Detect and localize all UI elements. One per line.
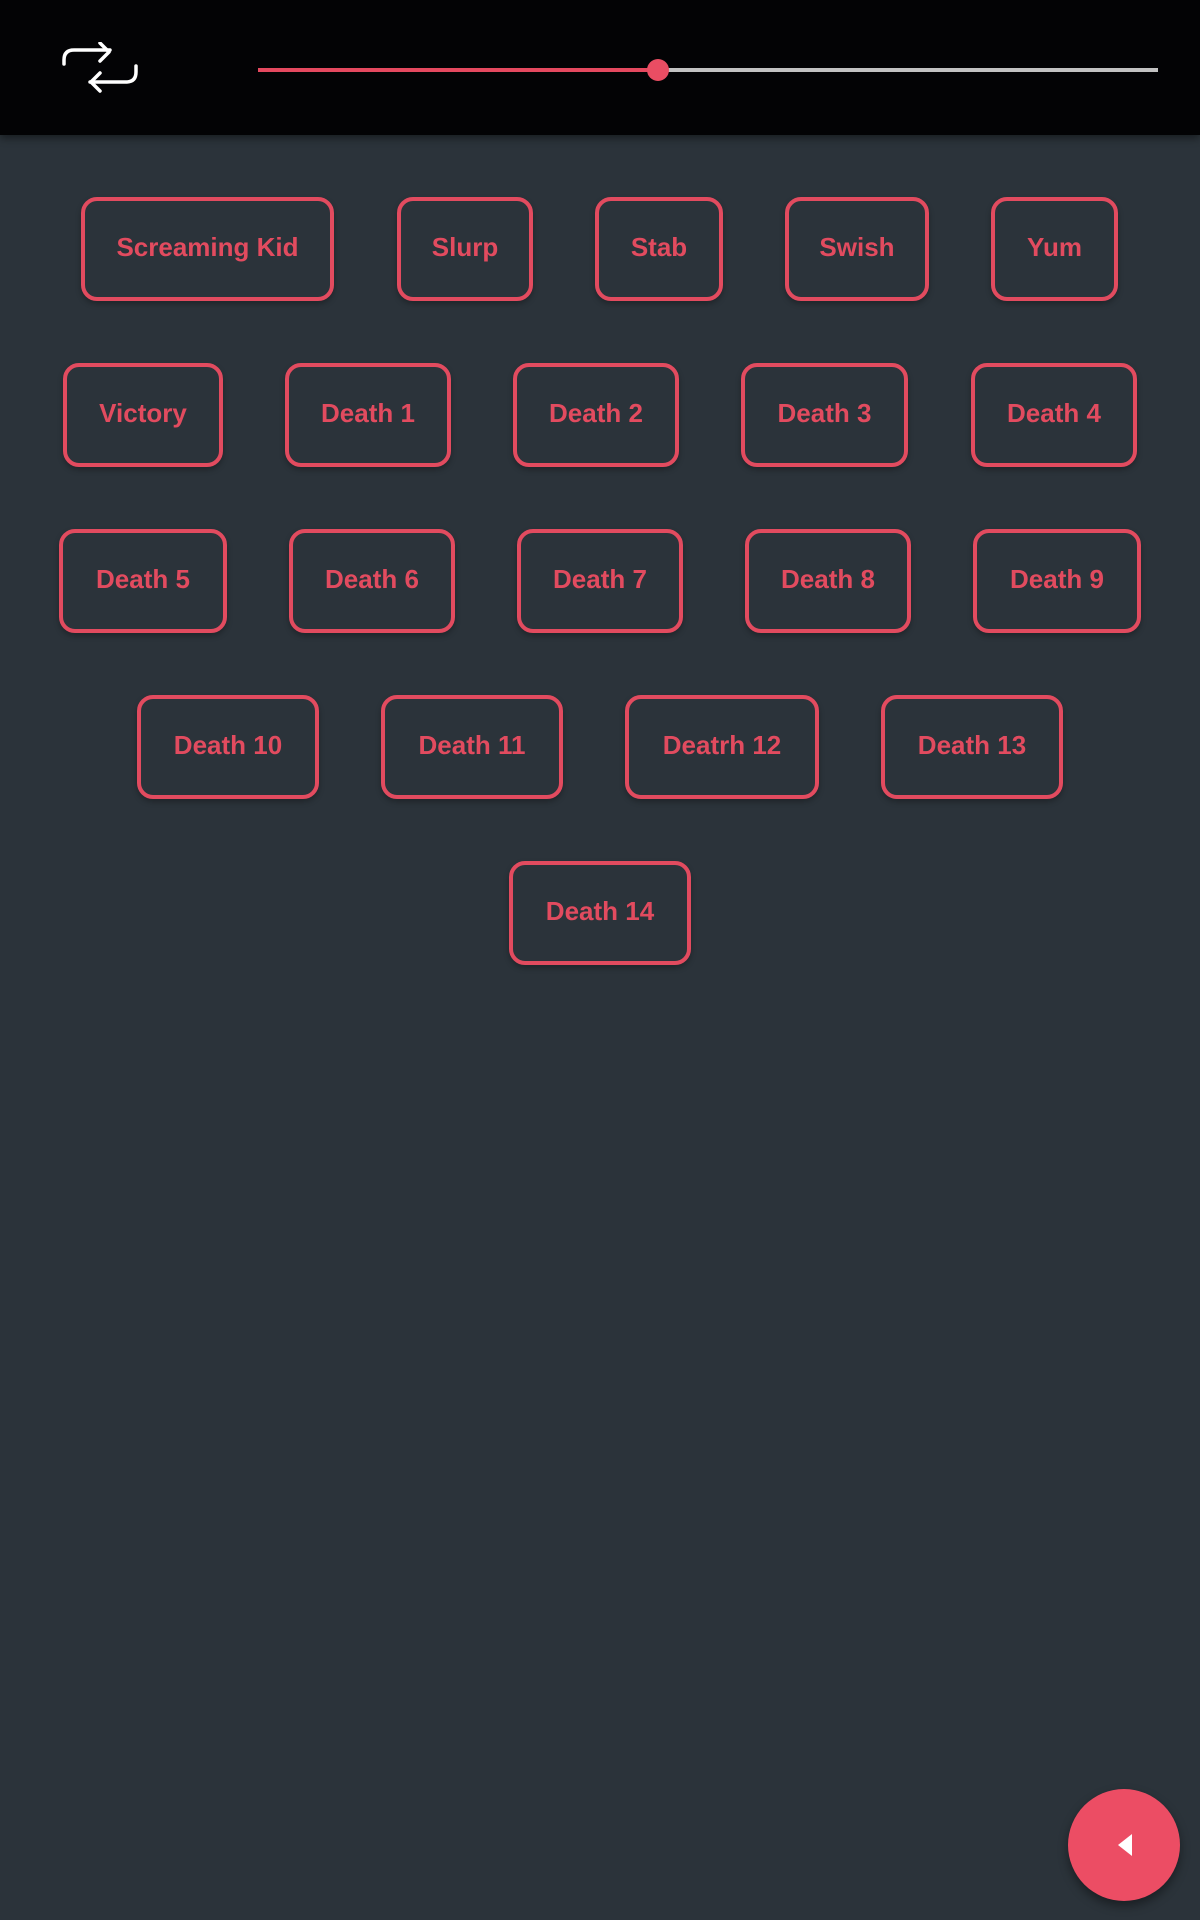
- sound-button-death-6[interactable]: Death 6: [289, 529, 455, 633]
- sound-button-death-9[interactable]: Death 9: [973, 529, 1141, 633]
- sound-button-death-13[interactable]: Death 13: [881, 695, 1063, 799]
- sound-row: Victory Death 1 Death 2 Death 3 Death 4: [0, 363, 1200, 467]
- sound-row: Death 10 Death 11 Deatrh 12 Death 13: [0, 695, 1200, 799]
- repeat-button[interactable]: [52, 34, 148, 106]
- sound-button-death-3[interactable]: Death 3: [741, 363, 908, 467]
- volume-slider[interactable]: [258, 50, 1158, 90]
- sound-button-death-14[interactable]: Death 14: [509, 861, 691, 965]
- sound-button-screaming-kid[interactable]: Screaming Kid: [81, 197, 334, 301]
- sound-button-swish[interactable]: Swish: [785, 197, 929, 301]
- back-fab-button[interactable]: [1068, 1789, 1180, 1901]
- sound-button-death-10[interactable]: Death 10: [137, 695, 319, 799]
- sound-row: Death 14: [0, 861, 1200, 965]
- caret-left-icon: [1118, 1834, 1132, 1856]
- sound-button-death-11[interactable]: Death 11: [381, 695, 563, 799]
- sound-row: Screaming Kid Slurp Stab Swish Yum: [0, 197, 1200, 301]
- sound-button-death-1[interactable]: Death 1: [285, 363, 451, 467]
- sound-button-death-7[interactable]: Death 7: [517, 529, 683, 633]
- sound-button-yum[interactable]: Yum: [991, 197, 1118, 301]
- sound-button-grid: Screaming Kid Slurp Stab Swish Yum Victo…: [0, 0, 1200, 1920]
- slider-thumb[interactable]: [646, 59, 669, 81]
- sound-button-death-2[interactable]: Death 2: [513, 363, 679, 467]
- sound-button-slurp[interactable]: Slurp: [397, 197, 533, 301]
- top-toolbar: [0, 0, 1200, 135]
- repeat-icon: [62, 42, 138, 93]
- sound-button-death-12[interactable]: Deatrh 12: [625, 695, 819, 799]
- sound-button-stab[interactable]: Stab: [595, 197, 723, 301]
- sound-button-death-4[interactable]: Death 4: [971, 363, 1137, 467]
- sound-button-death-8[interactable]: Death 8: [745, 529, 911, 633]
- sound-button-victory[interactable]: Victory: [63, 363, 223, 467]
- sound-row: Death 5 Death 6 Death 7 Death 8 Death 9: [0, 529, 1200, 633]
- sound-button-death-5[interactable]: Death 5: [59, 529, 227, 633]
- slider-fill: [258, 68, 658, 72]
